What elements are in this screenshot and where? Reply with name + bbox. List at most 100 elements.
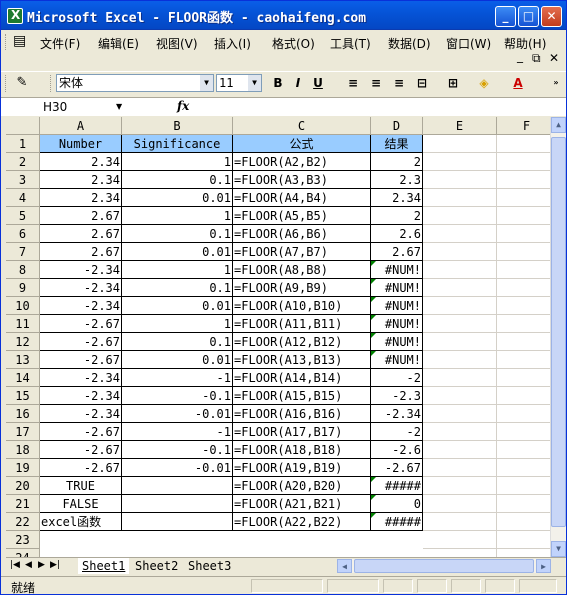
table-cell[interactable]: 2.34 (40, 171, 122, 189)
row-header[interactable]: 10 (6, 297, 40, 315)
table-cell[interactable]: 2.3 (371, 171, 423, 189)
error-indicator-icon[interactable] (371, 513, 376, 518)
table-cell[interactable]: 2.34 (40, 153, 122, 171)
header-cell[interactable]: Number (40, 135, 122, 153)
title-bar[interactable]: Microsoft Excel - FLOOR函数 - caohaifeng.c… (1, 1, 566, 30)
table-cell[interactable]: FALSE (40, 495, 122, 513)
table-cell[interactable]: =FLOOR(A12,B12) (233, 333, 371, 351)
table-cell[interactable]: -2.3 (371, 387, 423, 405)
table-cell[interactable]: TRUE (40, 477, 122, 495)
column-header-F[interactable]: F (497, 117, 550, 135)
empty-cell[interactable] (497, 315, 550, 333)
row-header[interactable]: 17 (6, 423, 40, 441)
row-header[interactable]: 5 (6, 207, 40, 225)
table-cell[interactable]: 0 (371, 495, 423, 513)
error-indicator-icon[interactable] (371, 315, 376, 320)
bold-button[interactable]: B (269, 74, 287, 92)
select-all-corner[interactable] (6, 117, 40, 135)
error-indicator-icon[interactable] (371, 477, 376, 482)
horizontal-scrollbar[interactable]: ◀ ▶ (337, 559, 551, 573)
empty-cell[interactable] (423, 351, 497, 369)
table-cell[interactable]: -2.34 (40, 405, 122, 423)
empty-cell[interactable] (497, 261, 550, 279)
table-cell[interactable]: 0.01 (122, 351, 233, 369)
vertical-scrollbar[interactable]: ▲ ▼ (550, 117, 566, 558)
row-header[interactable]: 14 (6, 369, 40, 387)
formula-input[interactable] (197, 99, 557, 115)
table-cell[interactable]: =FLOOR(A5,B5) (233, 207, 371, 225)
toolbar-options-icon[interactable]: » (547, 74, 565, 92)
empty-cell[interactable] (423, 153, 497, 171)
empty-cell[interactable] (497, 135, 550, 153)
empty-cell[interactable] (423, 279, 497, 297)
empty-cell[interactable] (497, 459, 550, 477)
empty-cell[interactable] (423, 459, 497, 477)
empty-cell[interactable] (423, 333, 497, 351)
empty-cell[interactable] (423, 207, 497, 225)
chevron-down-icon[interactable]: ▼ (116, 99, 122, 115)
empty-cell[interactable] (497, 513, 550, 531)
fill-color-icon[interactable]: ◈ (475, 74, 493, 92)
menu-edit[interactable]: 编辑(E) (98, 35, 139, 52)
row-header[interactable]: 13 (6, 351, 40, 369)
insert-function-icon[interactable]: fx (177, 99, 189, 113)
empty-cell[interactable] (497, 279, 550, 297)
table-cell[interactable]: 2.67 (40, 207, 122, 225)
table-cell[interactable]: =FLOOR(A22,B22) (233, 513, 371, 531)
name-box[interactable]: H30 ▼ (5, 99, 130, 115)
table-cell[interactable]: -2.67 (40, 441, 122, 459)
workbook-icon[interactable]: ▤ (13, 33, 26, 49)
empty-cell[interactable] (423, 135, 497, 153)
error-indicator-icon[interactable] (371, 351, 376, 356)
empty-cell[interactable] (497, 531, 550, 549)
table-cell[interactable]: #NUM! (371, 315, 423, 333)
table-cell[interactable]: ##### (371, 513, 423, 531)
italic-button[interactable]: I (289, 74, 307, 92)
font-color-button[interactable]: A (509, 74, 527, 92)
close-button[interactable]: ✕ (541, 6, 562, 27)
row-header[interactable]: 21 (6, 495, 40, 513)
empty-cell[interactable] (423, 387, 497, 405)
table-cell[interactable]: 1 (122, 153, 233, 171)
row-header[interactable]: 7 (6, 243, 40, 261)
empty-cell[interactable] (423, 315, 497, 333)
menu-help[interactable]: 帮助(H) (504, 35, 546, 52)
menu-file[interactable]: 文件(F) (40, 35, 80, 52)
table-cell[interactable]: =FLOOR(A16,B16) (233, 405, 371, 423)
table-cell[interactable]: -2 (371, 369, 423, 387)
menu-insert[interactable]: 插入(I) (214, 35, 251, 52)
table-cell[interactable] (122, 495, 233, 513)
row-header[interactable]: 16 (6, 405, 40, 423)
table-cell[interactable]: -1 (122, 423, 233, 441)
header-cell[interactable]: 公式 (233, 135, 371, 153)
menu-tools[interactable]: 工具(T) (330, 35, 371, 52)
hscroll-thumb[interactable] (354, 559, 534, 573)
empty-cell[interactable] (423, 243, 497, 261)
font-size-combo[interactable]: 11 ▼ (216, 74, 262, 92)
table-cell[interactable]: =FLOOR(A4,B4) (233, 189, 371, 207)
empty-cell[interactable] (497, 153, 550, 171)
doc-restore-icon[interactable]: ⧉ (532, 51, 541, 66)
table-cell[interactable]: -0.1 (122, 441, 233, 459)
table-cell[interactable] (40, 531, 122, 549)
table-cell[interactable]: =FLOOR(A15,B15) (233, 387, 371, 405)
table-cell[interactable]: -2.67 (40, 423, 122, 441)
table-cell[interactable]: =FLOOR(A19,B19) (233, 459, 371, 477)
empty-cell[interactable] (497, 423, 550, 441)
tab-sheet3[interactable]: Sheet3 (184, 558, 235, 574)
toolbar-grip[interactable] (5, 75, 8, 92)
row-header[interactable]: 11 (6, 315, 40, 333)
empty-cell[interactable] (497, 405, 550, 423)
excel-icon[interactable] (7, 8, 23, 24)
menu-format[interactable]: 格式(O) (272, 35, 315, 52)
empty-cell[interactable] (497, 189, 550, 207)
table-cell[interactable]: #NUM! (371, 279, 423, 297)
row-header[interactable]: 8 (6, 261, 40, 279)
toolbar-grip-2[interactable] (50, 75, 53, 92)
row-header[interactable]: 19 (6, 459, 40, 477)
table-cell[interactable]: -2.67 (40, 315, 122, 333)
empty-cell[interactable] (497, 477, 550, 495)
table-cell[interactable]: 1 (122, 207, 233, 225)
table-cell[interactable]: 2.34 (40, 189, 122, 207)
table-cell[interactable]: excel函数 (40, 513, 122, 531)
